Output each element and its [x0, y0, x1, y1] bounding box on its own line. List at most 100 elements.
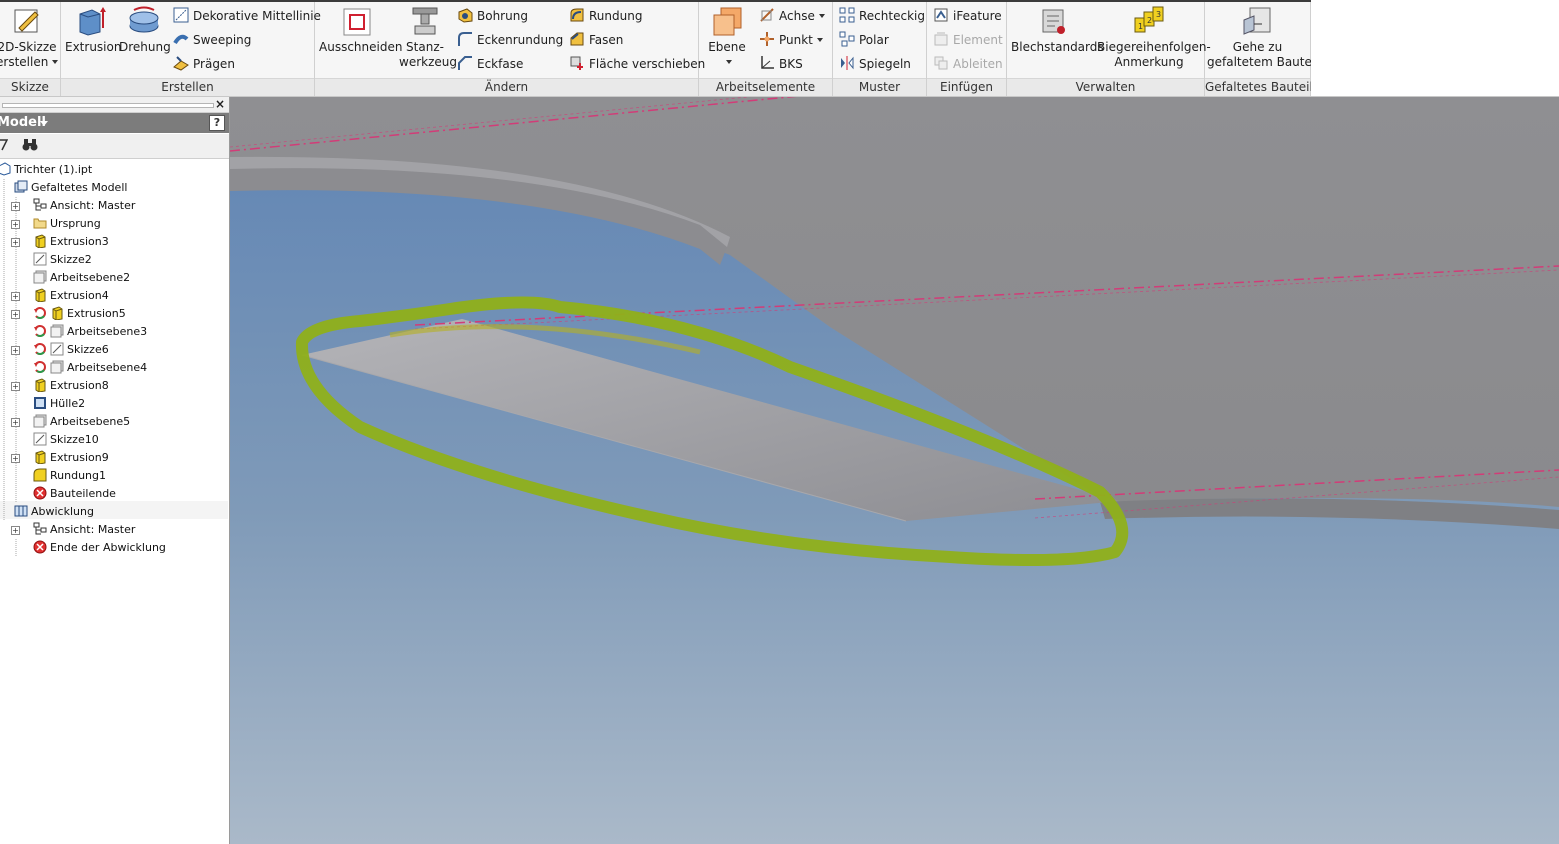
dekorative-mittellinie-button[interactable]: Dekorative Mittellinie — [173, 6, 321, 26]
tree-item[interactable]: Ende der Abwicklung — [33, 539, 166, 557]
tree-item[interactable]: Trichter (1).ipt — [0, 161, 92, 179]
tree-item[interactable]: Skizze10 — [33, 431, 99, 449]
tree-item[interactable]: + Skizze6 — [11, 341, 109, 359]
gehe-label-2: gefaltetem Bauteil — [1207, 55, 1319, 69]
tree-item[interactable]: + Extrusion8 — [11, 377, 109, 395]
panel-label-muster: Muster — [833, 78, 926, 96]
panel-label-verwalten: Verwalten — [1007, 78, 1204, 96]
rechteckig-button[interactable]: Rechteckig — [839, 6, 925, 26]
blechstandards-button[interactable]: Blechstandards — [1011, 6, 1104, 55]
ifeature-button[interactable]: iFeature — [933, 6, 1002, 26]
achse-button[interactable]: Achse — [759, 6, 825, 26]
flaeche-verschieben-button[interactable]: Fläche verschieben — [569, 54, 705, 74]
expand-icon[interactable]: + — [11, 454, 20, 463]
eckfase-button[interactable]: Eckfase — [457, 54, 523, 74]
ebene-button[interactable]: Ebene — [705, 6, 749, 70]
bks-button[interactable]: BKS — [759, 54, 803, 74]
ribbon: 2D-Skizze erstellen Skizze Extrusion Dre… — [0, 0, 1319, 97]
polar-button[interactable]: Polar — [839, 30, 889, 50]
biegereihenfolgen-anmerkung-button[interactable]: 123 Biegereihenfolgen- Anmerkung — [1097, 6, 1211, 70]
find-binoculars-icon[interactable] — [22, 138, 38, 155]
polar-pattern-icon — [839, 31, 855, 47]
tree-item-label: Extrusion4 — [50, 289, 109, 302]
sweep-icon — [173, 31, 189, 47]
tree-item[interactable]: Skizze2 — [33, 251, 92, 269]
close-icon[interactable]: × — [215, 97, 225, 112]
chevron-down-icon — [726, 60, 732, 64]
tree-item-label: Bauteilende — [50, 487, 116, 500]
tree-item[interactable]: Abwicklung — [14, 503, 94, 521]
tree-item[interactable]: Arbeitsebene3 — [33, 323, 147, 341]
insert-element-icon — [933, 31, 949, 47]
extrusion-icon — [33, 288, 47, 303]
browser-title-strip: × — [0, 97, 229, 113]
cut-icon — [341, 6, 373, 36]
tree-item[interactable]: + Extrusion9 — [11, 449, 109, 467]
tree-item[interactable]: + Arbeitsebene5 — [11, 413, 130, 431]
punkt-label: Punkt — [779, 33, 813, 47]
stanzwerkzeug-button[interactable]: Stanz- werkzeug — [399, 6, 457, 70]
rundung-button[interactable]: Rundung — [569, 6, 642, 26]
praegen-button[interactable]: Prägen — [173, 54, 235, 74]
work-axis-icon — [759, 7, 775, 23]
ableiten-button[interactable]: Ableiten — [933, 54, 1003, 74]
create-2d-sketch-button[interactable]: 2D-Skizze erstellen — [0, 6, 59, 70]
svg-text:1: 1 — [1138, 22, 1143, 31]
tree-item[interactable]: Rundung1 — [33, 467, 106, 485]
tree-item[interactable]: Gefaltetes Modell — [14, 179, 127, 197]
element-button[interactable]: Element — [933, 30, 1003, 50]
filter-icon[interactable] — [0, 138, 9, 155]
tree-item[interactable]: Arbeitsebene4 — [33, 359, 147, 377]
tree-item[interactable]: Hülle2 — [33, 395, 85, 413]
drehung-button[interactable]: Drehung — [119, 6, 171, 55]
expand-icon[interactable]: + — [11, 292, 20, 301]
expand-icon[interactable]: + — [11, 220, 20, 229]
panel-skizze: 2D-Skizze erstellen Skizze — [0, 2, 61, 96]
create-sketch-label-1: 2D-Skizze — [0, 40, 57, 54]
expand-icon[interactable]: + — [11, 202, 20, 211]
work-plane-icon — [711, 6, 743, 36]
tree-item[interactable]: Arbeitsebene2 — [33, 269, 130, 287]
achse-label: Achse — [779, 9, 815, 23]
bohrung-button[interactable]: Bohrung — [457, 6, 528, 26]
sweeping-button[interactable]: Sweeping — [173, 30, 251, 50]
tree-item[interactable]: Bauteilende — [33, 485, 116, 503]
move-face-icon — [569, 55, 585, 71]
panel-label-skizze: Skizze — [0, 78, 60, 96]
go-to-folded-part-icon — [1242, 6, 1274, 36]
polar-label: Polar — [859, 33, 889, 47]
expand-icon[interactable]: + — [11, 238, 20, 247]
ausschneiden-button[interactable]: Ausschneiden — [319, 6, 402, 55]
sketch-icon — [33, 252, 47, 266]
expand-icon[interactable]: + — [11, 346, 20, 355]
tree-item[interactable]: + Ansicht: Master — [11, 521, 135, 539]
tree-item-label: Arbeitsebene3 — [67, 325, 148, 338]
expand-icon[interactable]: + — [11, 526, 20, 535]
tree-item[interactable]: + Ansicht: Master — [11, 197, 135, 215]
browser-header[interactable]: Modell ? — [0, 113, 229, 133]
expand-icon[interactable]: + — [11, 310, 20, 319]
tree-item[interactable]: + Extrusion4 — [11, 287, 109, 305]
graphics-viewport[interactable] — [230, 97, 1559, 844]
chevron-down-icon[interactable] — [40, 121, 48, 126]
gehe-zu-gefaltetem-bauteil-button[interactable]: Gehe zu gefaltetem Bauteil — [1207, 6, 1319, 70]
work-plane-icon — [33, 414, 47, 428]
expand-icon[interactable]: + — [11, 418, 20, 427]
fasen-button[interactable]: Fasen — [569, 30, 623, 50]
part-icon — [0, 162, 11, 176]
help-icon[interactable]: ? — [209, 115, 225, 131]
punkt-button[interactable]: Punkt — [759, 30, 823, 50]
tree-item[interactable]: + Extrusion3 — [11, 233, 109, 251]
browser-horizontal-scrollbar[interactable] — [2, 103, 214, 108]
tree-item[interactable]: + Ursprung — [11, 215, 101, 233]
ableiten-label: Ableiten — [953, 57, 1003, 71]
tree-item-label: Hülle2 — [50, 397, 86, 410]
extrusion-button[interactable]: Extrusion — [65, 6, 121, 55]
spiegeln-button[interactable]: Spiegeln — [839, 54, 911, 74]
panel-label-erstellen: Erstellen — [61, 78, 314, 96]
ifeature-icon — [933, 7, 949, 23]
eckenrundung-button[interactable]: Eckenrundung — [457, 30, 563, 50]
ausschneiden-label: Ausschneiden — [319, 40, 403, 54]
tree-item[interactable]: + Extrusion5 — [11, 305, 126, 323]
expand-icon[interactable]: + — [11, 382, 20, 391]
